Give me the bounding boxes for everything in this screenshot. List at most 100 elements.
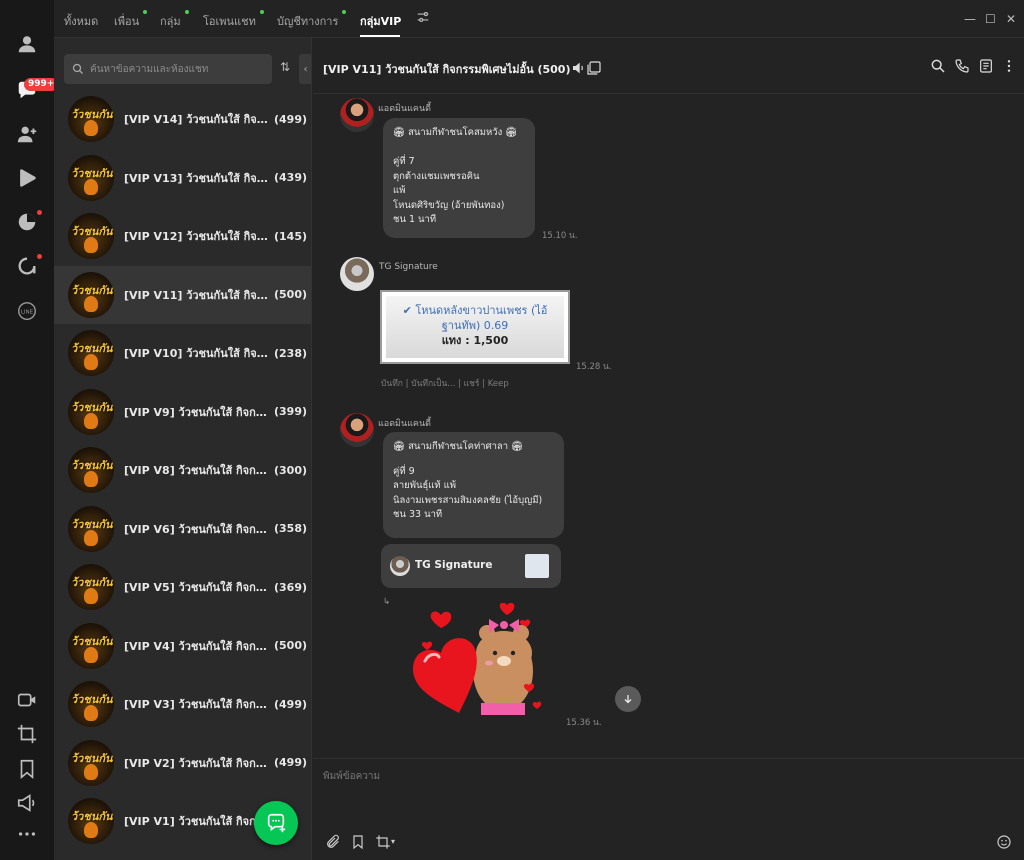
member-count: (238) <box>274 346 308 360</box>
attach-icon[interactable] <box>325 834 341 850</box>
chat-list-item[interactable]: ว้วชนกันใส้ [VIP V6] ว้วชนกันใส้ กิจกรรมพ… <box>54 500 311 558</box>
minimize-icon[interactable]: — <box>964 12 976 26</box>
chat-avatar: ว้วชนกันใส้ <box>68 681 114 727</box>
maximize-icon[interactable]: ☐ <box>985 12 996 26</box>
fire-icon <box>84 822 98 838</box>
message-line <box>393 141 525 156</box>
member-count: (499) <box>274 697 308 711</box>
message-input[interactable] <box>323 769 1003 819</box>
reply-icon[interactable]: ↳ <box>383 597 390 607</box>
tab-friends[interactable]: เพื่อน <box>114 12 139 30</box>
message-line: โหนดศิริขวัญ (อ้ายพันทอง) <box>393 199 505 211</box>
chat-avatar: ว้วชนกันใส้ <box>68 622 114 669</box>
keep-icon[interactable] <box>350 834 366 850</box>
message-bubble[interactable]: 🏟 สนามกีฬาชนโคท่าศาลา 🏟 คู่ที่ 9 ลายพันธ… <box>383 432 564 538</box>
tab-all[interactable]: ทั้งหมด <box>64 12 98 30</box>
notification-dot <box>37 210 42 215</box>
active-tab-indicator <box>360 35 400 37</box>
bet-card-line: ✔ โหนดหลังขาวปานเพชร (ไอ้ <box>402 304 548 317</box>
chat-avatar: ว้วชนกันใส้ <box>68 564 114 610</box>
tab-vip-group[interactable]: กลุ่มVIP <box>360 12 401 30</box>
chat-list-item[interactable]: ว้วชนกันใส้ [VIP V4] ว้วชนกันใส้ กิจกรรมพ… <box>54 617 311 675</box>
message-line: นิลงามเพชรสามสิมงคลชัย (ไอ้บุญมี) <box>393 494 543 506</box>
fire-icon <box>84 412 98 429</box>
fire-icon <box>84 646 98 663</box>
chat-title: [VIP V11] ว้วชนกันใส้ กิจกรรมพิเศษไม่อั้… <box>124 288 272 302</box>
screenshot-options-icon[interactable]: ▾ <box>391 837 399 853</box>
chat-title: [VIP V10] ว้วชนกันใส้ กิจกรรมพิเศษไม่อั้… <box>124 347 272 360</box>
new-chat-icon <box>267 813 286 833</box>
chat-list-item[interactable]: ว้วชนกันใส้ [VIP V11] ว้วชนกันใส้ กิจกรรม… <box>54 265 311 324</box>
album-icon[interactable] <box>586 60 602 76</box>
phone-icon[interactable] <box>954 58 970 74</box>
shared-contact-name: TG Signature <box>415 559 493 571</box>
sender-avatar[interactable] <box>340 98 374 132</box>
chat-title: [VIP V4] ว้วชนกันใส้ กิจกรรมพิเศษไม่อั้น <box>124 639 272 653</box>
chat-avatar: ว้วชนกันใส้ <box>68 739 114 786</box>
more-icon[interactable] <box>13 820 41 848</box>
tab-official-accounts[interactable]: บัญชีทางการ <box>277 12 338 30</box>
filter-settings-icon[interactable] <box>416 10 430 27</box>
image-actions[interactable]: บันทึก | บันทึกเป็น... | แชร์ | Keep <box>381 376 509 390</box>
chat-list-item[interactable]: ว้วชนกันใส้ [VIP V3] ว้วชนกันใส้ กิจกรรมพ… <box>54 675 311 733</box>
chat-list-item[interactable]: ว้วชนกันใส้ [VIP V2] ว้วชนกันใส้ กิจกรรมพ… <box>54 734 311 792</box>
search-box[interactable] <box>64 54 272 84</box>
message-bubble[interactable]: 🏟 สนามกีฬาชนโคสมหวัง 🏟 คู่ที่ 7 ตุกต้างแ… <box>383 118 535 238</box>
sender-avatar[interactable] <box>340 257 374 291</box>
bear-sticker[interactable] <box>411 603 543 723</box>
message-time: 15.28 น. <box>576 362 612 372</box>
chat-avatar: ว้วชนกันใส้ <box>68 154 114 201</box>
message-line: 🏟 สนามกีฬาชนโคท่าศาลา 🏟 <box>393 441 524 452</box>
screenshot-icon[interactable] <box>375 834 391 850</box>
member-count: (369) <box>274 580 308 594</box>
bet-card-amount: แทง : 1,500 <box>441 334 509 347</box>
fire-icon <box>84 705 98 721</box>
add-friend-icon[interactable] <box>13 120 41 148</box>
crop-icon[interactable] <box>13 720 41 748</box>
notes-icon[interactable] <box>978 58 994 74</box>
line-logo-icon[interactable]: LINE <box>13 297 41 325</box>
tab-openchat[interactable]: โอเพนแชท <box>203 12 256 30</box>
chat-title: [VIP V12] ว้วชนกันใส้ กิจกรรมพิเศษไม่อั้… <box>124 230 272 243</box>
scroll-to-bottom-button[interactable] <box>615 686 641 712</box>
bet-image-card[interactable]: ✔ โหนดหลังขาวปานเพชร (ไอ้ ฐานทัพ) 0.69 แ… <box>380 290 570 364</box>
more-menu-icon[interactable] <box>1001 58 1017 74</box>
new-chat-button[interactable] <box>254 801 298 845</box>
collapse-list-button[interactable]: ‹ <box>299 54 311 84</box>
chat-list-item[interactable]: ว้วชนกันใส้ [VIP V5] ว้วชนกันใส้ กิจกรรมพ… <box>54 558 311 616</box>
play-icon[interactable] <box>13 164 41 192</box>
search-input[interactable] <box>90 63 260 75</box>
search-icon[interactable] <box>930 58 946 74</box>
sort-icon[interactable]: ⇅ <box>280 60 290 74</box>
message-line <box>393 455 554 465</box>
chat-avatar: ว้วชนกันใส้ <box>68 798 114 844</box>
sender-avatar[interactable] <box>340 413 374 447</box>
megaphone-icon[interactable] <box>13 789 41 817</box>
search-icon <box>72 63 83 74</box>
close-icon[interactable]: ✕ <box>1006 12 1016 26</box>
chat-list-item[interactable]: ว้วชนกันใส้ [VIP V13] ว้วชนกันใส้ กิจกรรม… <box>54 149 311 207</box>
chat-list-item[interactable]: ว้วชนกันใส้ [VIP V10] ว้วชนกันใส้ กิจกรรม… <box>54 324 311 382</box>
fire-icon <box>84 120 98 136</box>
shared-contact-card[interactable]: TG Signature <box>381 544 561 588</box>
bookmark-icon[interactable] <box>13 755 41 783</box>
tab-dot <box>342 10 346 14</box>
chat-list-item[interactable]: ว้วชนกันใส้ [VIP V8] ว้วชนกันใส้ กิจกรรมพ… <box>54 441 311 499</box>
profile-icon[interactable] <box>13 30 41 58</box>
chat-list-item[interactable]: ว้วชนกันใส้ [VIP V14] ว้วชนกันใส้ กิจกรรม… <box>54 90 311 148</box>
conversation-header: [VIP V11] ว้วชนกันใส้ กิจกรรมพิเศษไม่อั้… <box>313 38 1024 94</box>
emoji-icon[interactable] <box>996 834 1012 850</box>
chat-title: [VIP V13] ว้วชนกันใส้ กิจกรรมพิเศษไม่อั้… <box>124 171 272 185</box>
chat-title: [VIP V6] ว้วชนกันใส้ กิจกรรมพิเศษไม่อั้น <box>124 522 272 536</box>
arrow-down-icon <box>624 695 632 704</box>
member-count: (500) <box>274 639 308 652</box>
fire-icon <box>84 354 98 370</box>
chat-list-item[interactable]: ว้วชนกันใส้ [VIP V12] ว้วชนกันใส้ กิจกรรม… <box>54 207 311 265</box>
chat-title: [VIP V5] ว้วชนกันใส้ กิจกรรมพิเศษไม่อั้น <box>124 581 272 594</box>
tab-groups[interactable]: กลุ่ม <box>160 12 181 30</box>
message-line: 🏟 สนามกีฬาชนโคสมหวัง 🏟 <box>393 127 518 138</box>
filter-tabs-bar: ทั้งหมด เพื่อน กลุ่ม โอเพนแชท บัญชีทางกา… <box>54 0 1024 38</box>
message-time: 15.10 น. <box>542 231 578 241</box>
chat-list-item[interactable]: ว้วชนกันใส้ [VIP V9] ว้วชนกันใส้ กิจกรรมพ… <box>54 383 311 441</box>
video-call-icon[interactable] <box>13 686 41 714</box>
